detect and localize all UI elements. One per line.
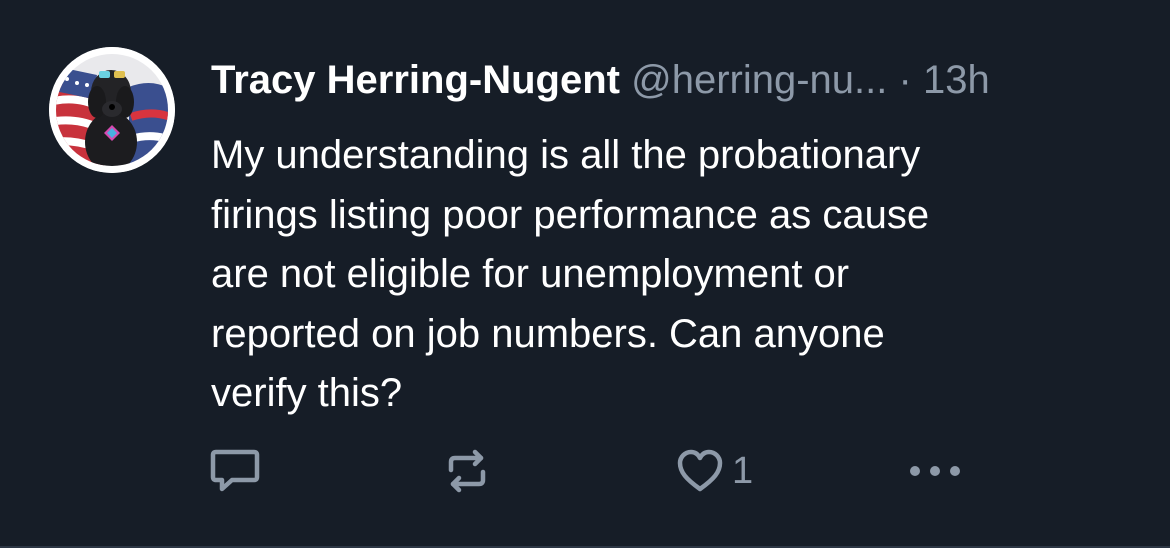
post-actions-bar: 1 [0,440,1170,504]
ellipsis-icon [910,466,960,476]
post-body: My understanding is all the probationary… [211,126,1111,424]
post-header: Tracy Herring-Nugent @herring-nu... · 13… [211,56,990,104]
repost-button[interactable] [443,448,491,494]
heart-outline-icon [677,449,723,492]
post-body-line: reported on job numbers. Can anyone [211,311,885,356]
post-body-line: are not eligible for unemployment or [211,252,850,296]
repost-arrows-icon [448,449,486,493]
post-body-line: firings listing poor performance as caus… [211,192,930,237]
header-separator: · [898,58,912,102]
author-avatar[interactable] [49,47,175,173]
author-handle[interactable]: @herring-nu... [631,58,887,102]
post-timestamp[interactable]: 13h [923,58,990,102]
more-options-button[interactable] [906,448,964,494]
reply-bubble-icon [210,449,260,492]
like-button[interactable]: 1 [676,448,753,494]
post-body-line: verify this? [211,371,403,415]
author-name[interactable]: Tracy Herring-Nugent [211,58,620,102]
post-card[interactable]: Tracy Herring-Nugent @herring-nu... · 13… [0,0,1170,548]
avatar-image [49,47,175,173]
post-body-line: My understanding is all the probationary [211,133,921,177]
like-count: 1 [732,450,754,492]
reply-button[interactable] [210,448,260,494]
